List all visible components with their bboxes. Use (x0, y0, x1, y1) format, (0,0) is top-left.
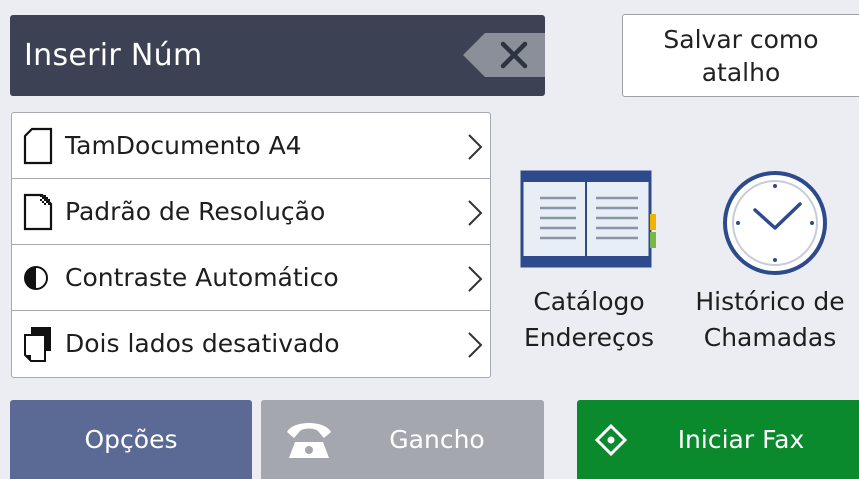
call-history-tile[interactable]: Histórico de Chamadas (682, 160, 859, 390)
address-book-icon (520, 170, 656, 268)
options-button[interactable]: Opções (10, 400, 252, 479)
settings-row-label: Padrão de Resolução (65, 197, 326, 226)
chevron-right-icon (468, 134, 483, 160)
resolution-icon (23, 193, 53, 231)
document-size-icon (23, 127, 53, 165)
settings-row-document-size[interactable]: TamDocumento A4 (12, 113, 490, 179)
start-fax-button-label: Iniciar Fax (677, 425, 805, 454)
fax-settings-list: TamDocumento A4 Padrão de Resolução Cont… (11, 112, 491, 378)
fax-number-entry[interactable]: Inserir Núm (10, 15, 545, 96)
settings-row-label: Contraste Automático (65, 263, 339, 292)
chevron-right-icon (468, 332, 483, 358)
settings-row-contrast[interactable]: Contraste Automático (12, 245, 490, 311)
contrast-icon (24, 266, 48, 290)
call-history-label: Histórico de Chamadas (695, 287, 845, 352)
clock-icon (723, 171, 827, 275)
settings-row-resolution[interactable]: Padrão de Resolução (12, 179, 490, 245)
options-button-label: Opções (84, 425, 178, 454)
hook-button-label: Gancho (389, 425, 485, 454)
save-as-shortcut-label: Salvar como atalho (663, 25, 819, 87)
start-diamond-icon (595, 424, 627, 456)
address-book-tile[interactable]: Catálogo Endereços (506, 160, 672, 390)
chevron-right-icon (468, 200, 483, 226)
fax-screen: Inserir Núm Salvar como atalho TamDocume… (0, 0, 859, 479)
phone-handset-icon (287, 423, 331, 458)
two-sided-icon (24, 327, 51, 362)
save-as-shortcut-button[interactable]: Salvar como atalho (622, 14, 859, 97)
fax-number-placeholder: Inserir Núm (24, 38, 203, 73)
start-fax-button[interactable]: Iniciar Fax (577, 400, 859, 479)
settings-row-label: TamDocumento A4 (65, 131, 302, 160)
address-book-label: Catálogo Endereços (523, 287, 655, 352)
backspace-icon (463, 33, 545, 77)
settings-row-two-sided[interactable]: Dois lados desativado (12, 311, 490, 377)
chevron-right-icon (468, 266, 483, 292)
backspace-button[interactable] (463, 33, 545, 77)
hook-button[interactable]: Gancho (261, 400, 544, 479)
settings-row-label: Dois lados desativado (65, 329, 340, 358)
